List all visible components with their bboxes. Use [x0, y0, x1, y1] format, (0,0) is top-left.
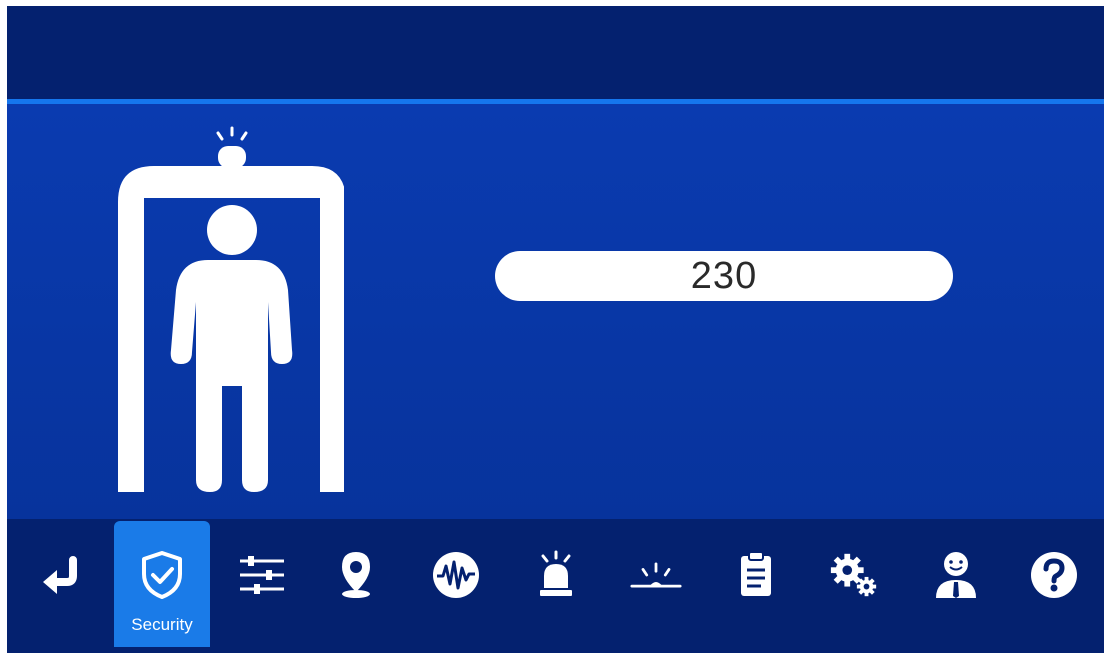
- nav-indicator[interactable]: [608, 521, 704, 647]
- location-pin-icon: [330, 549, 382, 601]
- nav-return[interactable]: [14, 521, 110, 647]
- nav-security[interactable]: Security: [114, 521, 210, 647]
- alarm-light-icon: [530, 549, 582, 601]
- nav-alarm[interactable]: [508, 521, 604, 647]
- user-icon: [930, 549, 982, 601]
- nav-system-settings[interactable]: [806, 521, 902, 647]
- clipboard-icon: [730, 549, 782, 601]
- nav-signal[interactable]: [408, 521, 504, 647]
- waveform-icon: [430, 549, 482, 601]
- shield-check-icon: [136, 549, 188, 601]
- gears-icon: [828, 549, 880, 601]
- top-bar: [7, 6, 1104, 99]
- nav-location[interactable]: [308, 521, 404, 647]
- indicator-light-icon: [630, 549, 682, 601]
- nav-records[interactable]: [708, 521, 804, 647]
- metal-detector-gate-icon: [118, 126, 344, 492]
- nav-settings-sliders[interactable]: [214, 521, 310, 647]
- nav-help[interactable]: [1006, 521, 1102, 647]
- detection-value-display: 230: [495, 251, 953, 301]
- return-icon: [36, 549, 88, 601]
- nav-security-label: Security: [131, 615, 193, 634]
- sliders-icon: [236, 549, 288, 601]
- nav-user[interactable]: [908, 521, 1004, 647]
- detection-value: 230: [690, 254, 758, 297]
- help-icon: [1028, 549, 1080, 601]
